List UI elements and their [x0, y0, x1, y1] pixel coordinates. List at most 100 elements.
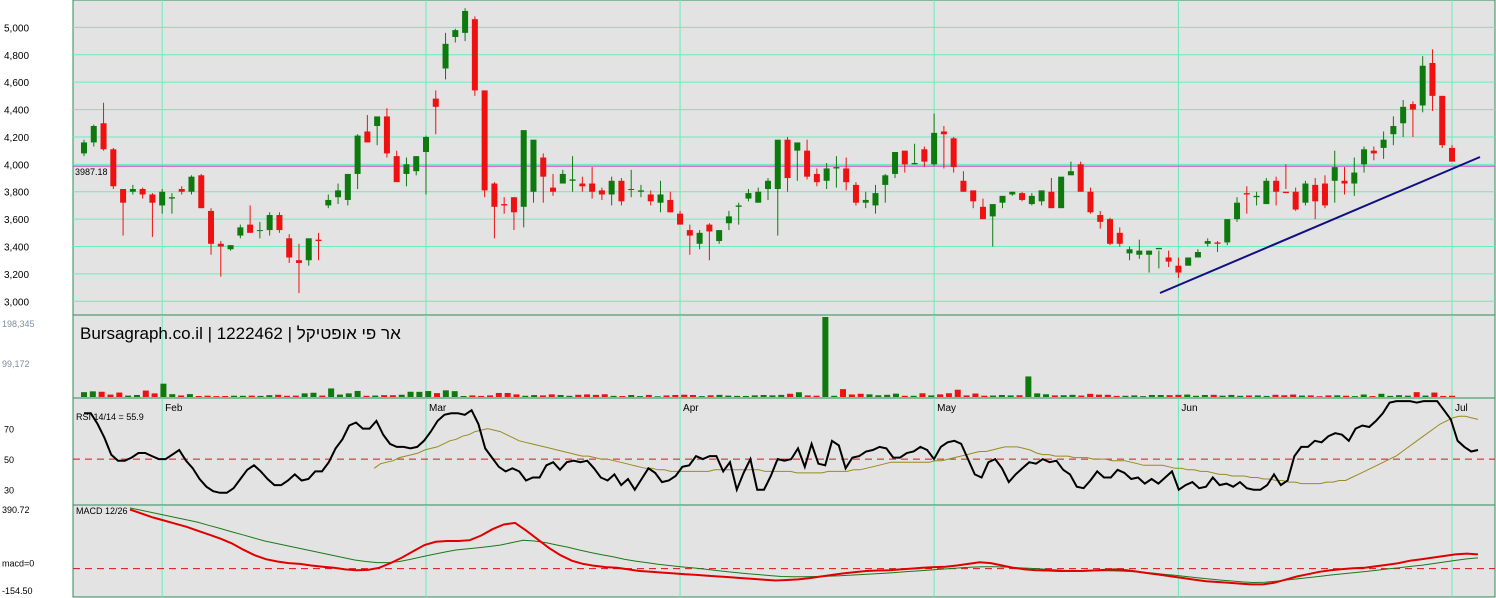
candle-body: [892, 152, 899, 174]
candle-body: [256, 230, 263, 232]
candle-body: [1380, 139, 1387, 148]
candle-body: [794, 142, 801, 151]
candle-body: [423, 136, 429, 153]
candle-body: [667, 199, 674, 213]
candle-body: [1302, 183, 1309, 203]
candle-body: [481, 90, 488, 191]
volume-bar: [310, 392, 317, 397]
volume-bar: [1351, 396, 1358, 397]
candle-body: [608, 180, 615, 195]
volume-bar: [89, 391, 96, 397]
volume-bar: [231, 395, 238, 397]
candle-body: [286, 238, 293, 258]
candle-body: [1028, 195, 1035, 205]
volume-bar: [213, 396, 220, 397]
candle-body: [227, 245, 234, 250]
candle-body: [198, 175, 205, 209]
month-label: Apr: [683, 403, 699, 414]
volume-bar: [707, 395, 714, 397]
volume-bar: [1016, 395, 1023, 397]
candle-body: [550, 187, 557, 192]
candle-body: [1292, 191, 1299, 210]
volume-bar: [1122, 395, 1129, 397]
candle-body: [100, 123, 107, 150]
volume-bar: [592, 394, 599, 397]
candle-body: [843, 168, 850, 183]
volume-bar: [407, 391, 414, 397]
volume-bar: [769, 395, 776, 397]
rsi-tick-label: 50: [4, 455, 14, 465]
candle-body: [1048, 191, 1055, 209]
volume-panel: 198,345 99,172 Bursagraph.co.il | 1222462…: [2, 314, 1496, 399]
candle-body: [129, 189, 136, 192]
candle-body: [247, 224, 254, 233]
candle-body: [1097, 215, 1104, 222]
candle-body: [618, 180, 625, 202]
candle-body: [852, 184, 859, 203]
volume-bar: [486, 395, 493, 397]
candle-body: [452, 30, 459, 37]
price-panel-background: [72, 0, 1496, 316]
volume-bar: [1104, 394, 1111, 397]
candle-body: [1263, 180, 1270, 205]
price-tick-label: 4,000: [4, 160, 29, 171]
volume-bar: [195, 395, 202, 397]
rsi-panel: Feb Mar Apr May Jun Jul 705030 RSI 14/14 = 55…: [4, 397, 1496, 506]
volume-bar: [504, 392, 511, 397]
volume-bar: [345, 393, 352, 397]
candle-body: [266, 215, 273, 231]
candle-body: [188, 176, 195, 192]
month-label: Mar: [429, 403, 447, 414]
price-panel: 3,000 3,200 3,400 3,600 3,800 4,000 4,200 4,400…: [4, 0, 1496, 316]
candle-body: [1312, 184, 1319, 202]
volume-bar: [1360, 394, 1367, 397]
volume-bar: [954, 389, 961, 397]
volume-bar: [654, 396, 661, 397]
volume-bar: [1237, 395, 1244, 397]
volume-bar: [1228, 394, 1235, 397]
volume-bar: [451, 391, 458, 397]
volume-bar: [1051, 395, 1058, 397]
volume-bar: [1148, 394, 1155, 397]
candle-body: [149, 194, 156, 203]
candle-body: [403, 164, 410, 174]
candle-body: [745, 193, 752, 199]
volume-bar: [178, 395, 185, 397]
volume-bar: [142, 390, 149, 397]
candle-body: [501, 204, 508, 206]
volume-bar: [1025, 376, 1032, 397]
volume-bar: [875, 395, 882, 397]
volume-bar: [972, 393, 979, 397]
volume-bar: [539, 395, 546, 397]
candle-body: [637, 190, 644, 192]
volume-bar: [866, 394, 873, 397]
volume-bar: [990, 395, 997, 397]
volume-bar: [389, 395, 396, 397]
volume-bar: [1378, 393, 1385, 397]
month-label: Jul: [1455, 403, 1468, 414]
volume-bar: [610, 395, 617, 397]
volume-bar: [566, 395, 573, 397]
candle-body: [364, 131, 371, 143]
volume-bar: [637, 396, 644, 397]
volume-bar: [1078, 395, 1085, 397]
candle-body: [1214, 242, 1221, 244]
volume-bar: [1034, 393, 1041, 397]
candle-body: [1351, 172, 1358, 184]
candle-body: [1419, 65, 1426, 106]
candle-body: [1146, 250, 1153, 255]
candle-body: [471, 19, 478, 91]
volume-bar: [663, 395, 670, 397]
candle-body: [1439, 95, 1446, 146]
volume-tick-label: 99,172: [2, 359, 30, 369]
candle-body: [540, 157, 547, 177]
candle-body: [1067, 171, 1074, 176]
candle-body: [989, 204, 996, 217]
volume-bar: [1272, 394, 1279, 397]
macd-tick-label: macd=0: [2, 559, 34, 569]
volume-bar: [1413, 392, 1420, 397]
candle-body: [628, 189, 635, 190]
candle-body: [139, 189, 146, 195]
price-tick-label: 4,800: [4, 51, 29, 62]
volume-bar: [1298, 395, 1305, 397]
